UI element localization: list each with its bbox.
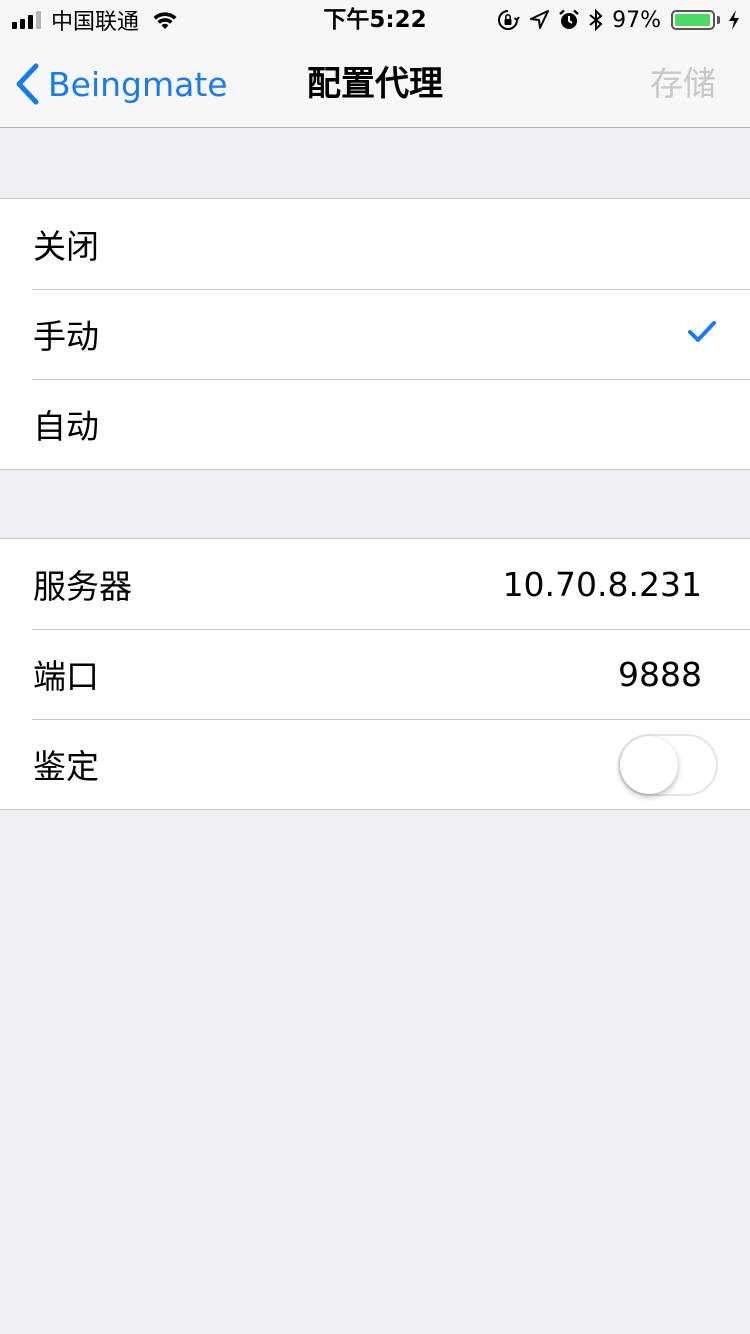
orientation-lock-icon [496,8,520,32]
proxy-option-label: 自动 [33,407,99,446]
navigation-bar: Beingmate 配置代理 存储 [0,40,750,128]
charging-icon [728,9,740,31]
toggle-knob [620,736,678,794]
auth-toggle[interactable] [618,734,718,796]
port-field[interactable]: 9888 [618,655,702,694]
page-title: 配置代理 [307,64,443,104]
port-row[interactable]: 端口 9888 [0,629,750,719]
manual-settings-group: 服务器 10.70.8.231 端口 9888 鉴定 [0,538,750,810]
auth-row: 鉴定 [0,719,750,809]
proxy-option-label: 手动 [33,317,99,356]
server-label: 服务器 [33,567,132,606]
auth-label: 鉴定 [33,747,99,786]
status-bar-right: 97% [496,0,740,40]
checkmark-icon [688,321,716,347]
battery-cap [717,16,720,24]
port-label: 端口 [33,657,99,696]
server-row[interactable]: 服务器 10.70.8.231 [0,539,750,629]
proxy-mode-group: 关闭 手动 自动 [0,198,750,470]
save-button[interactable]: 存储 [650,40,716,128]
server-field[interactable]: 10.70.8.231 [503,565,702,604]
bluetooth-icon [588,8,604,32]
proxy-option-manual[interactable]: 手动 [0,289,750,379]
battery-percent: 97% [612,7,661,33]
proxy-option-label: 关闭 [33,227,99,266]
battery-icon [671,10,715,30]
status-bar: 中国联通 下午5:22 97% [0,0,750,40]
proxy-option-auto[interactable]: 自动 [0,379,750,469]
alarm-icon [558,9,580,31]
proxy-option-off[interactable]: 关闭 [0,199,750,289]
location-icon [528,9,550,31]
